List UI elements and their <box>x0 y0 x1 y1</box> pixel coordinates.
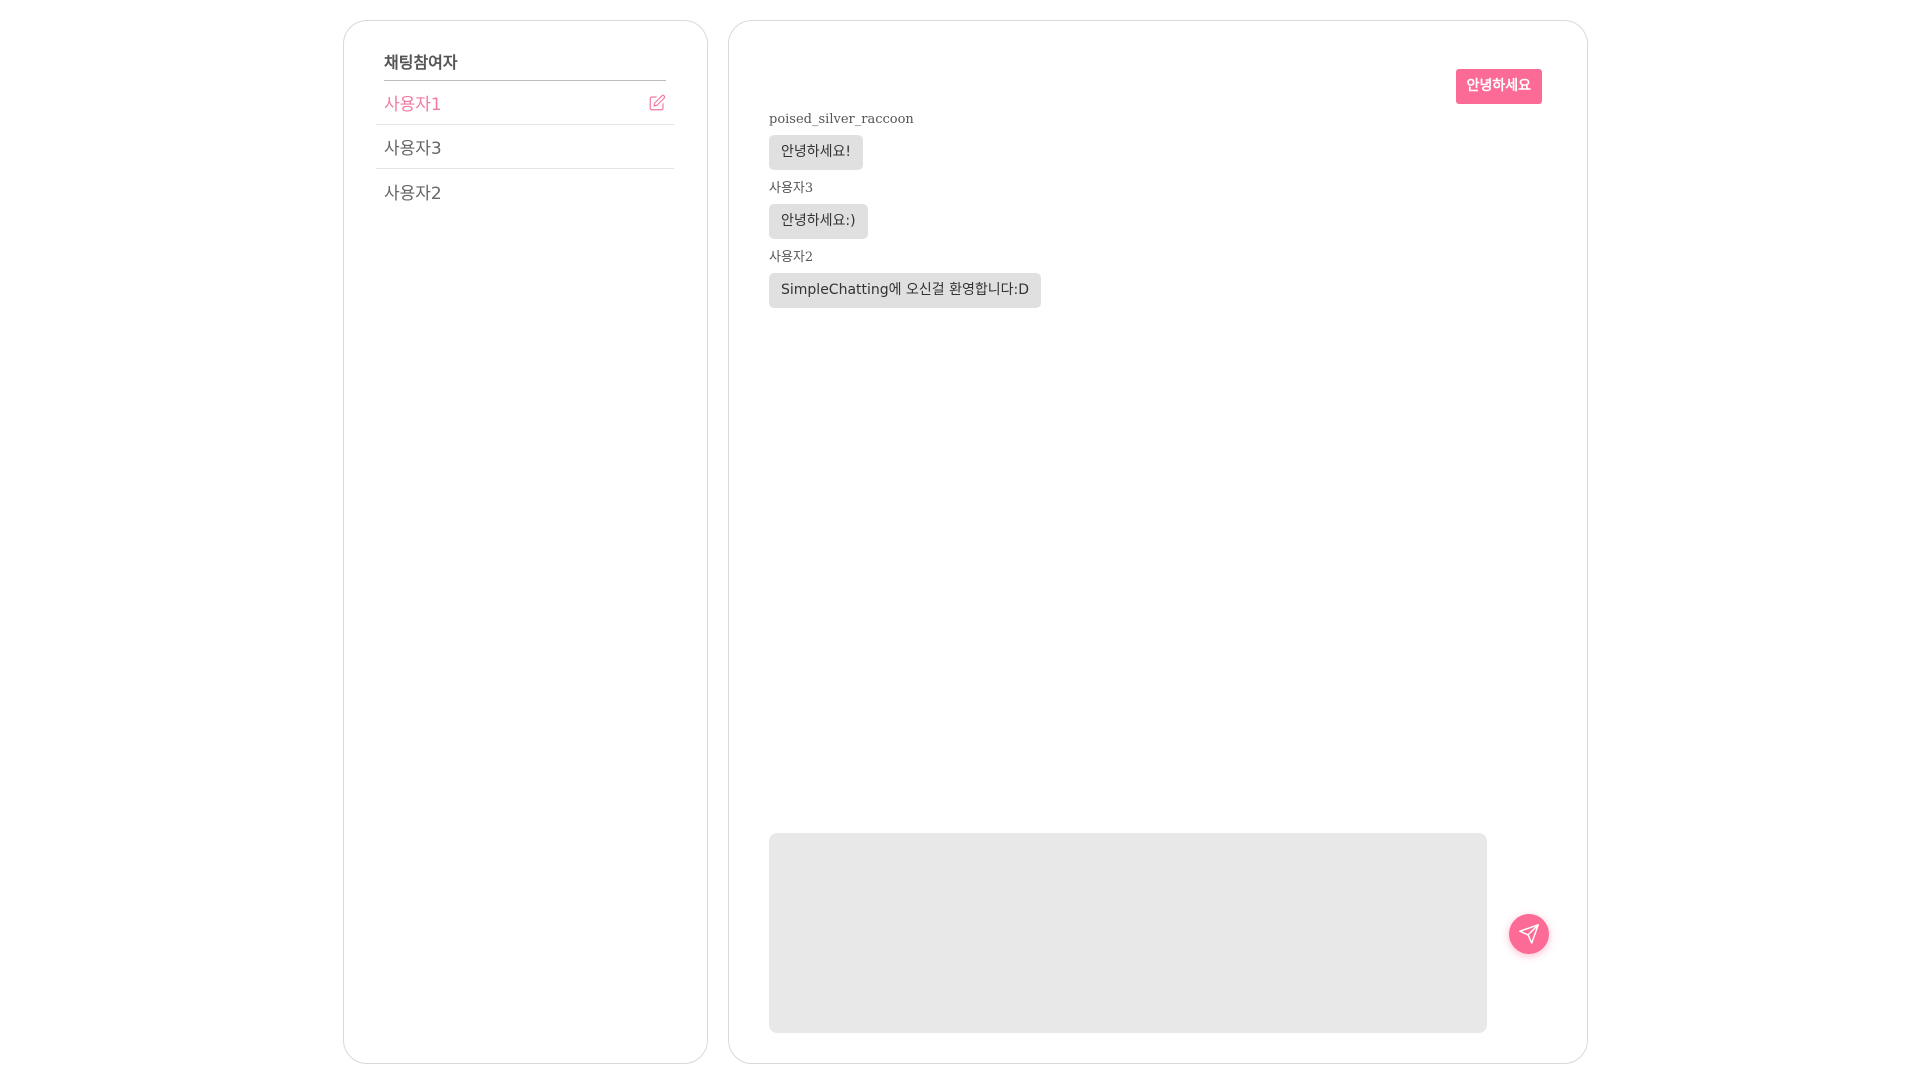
message-item: poised_silver_raccoon 안녕하세요! <box>769 111 1469 170</box>
my-message-bubble: 안녕하세요 <box>1455 69 1542 104</box>
message-sender: 사용자2 <box>769 250 814 265</box>
participant-item-user2[interactable]: 사용자2 <box>376 169 674 213</box>
send-button[interactable] <box>1509 914 1549 954</box>
participant-item-user3[interactable]: 사용자3 <box>376 125 674 169</box>
paper-plane-icon <box>1519 924 1539 944</box>
participants-title: 채팅참여자 <box>384 53 458 72</box>
edit-icon[interactable] <box>648 94 666 112</box>
message-input[interactable] <box>769 833 1487 1033</box>
participants-panel: 채팅참여자 사용자1 사용자3 사용자2 <box>343 20 708 1064</box>
message-bubble: 안녕하세요:) <box>769 204 868 239</box>
participant-name: 사용자3 <box>384 139 442 159</box>
message-bubble: 안녕하세요! <box>769 135 864 170</box>
app-root: 채팅참여자 사용자1 사용자3 사용자2 안녕하세요 poised_silver… <box>0 0 1920 1080</box>
participant-item-user1[interactable]: 사용자1 <box>376 81 674 125</box>
participant-list: 사용자1 사용자3 사용자2 <box>376 81 674 213</box>
message-sender: poised_silver_raccoon <box>769 112 914 127</box>
message-bubble: SimpleChatting에 오신걸 환영합니다:D <box>769 273 1041 308</box>
participant-name: 사용자2 <box>384 183 442 204</box>
message-sender: 사용자3 <box>769 181 814 196</box>
participant-name: 사용자1 <box>384 95 442 115</box>
message-item: 사용자3 안녕하세요:) <box>769 180 1469 239</box>
message-list: poised_silver_raccoon 안녕하세요! 사용자3 안녕하세요:… <box>769 111 1469 318</box>
message-item: 사용자2 SimpleChatting에 오신걸 환영합니다:D <box>769 249 1469 308</box>
chat-panel: 안녕하세요 poised_silver_raccoon 안녕하세요! 사용자3 … <box>728 20 1588 1064</box>
